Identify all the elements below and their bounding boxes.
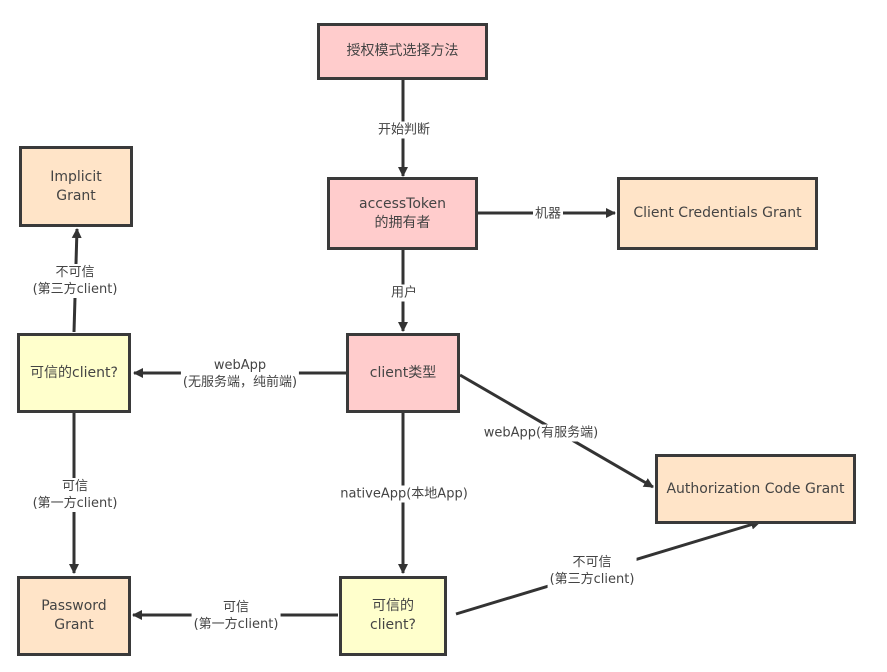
label-webapp-with-server: webApp(有服务端)	[481, 424, 601, 442]
node-token-owner[interactable]: accessToken 的拥有者	[327, 177, 478, 250]
label-trusted-first-party-native: 可信 (第一方client)	[191, 599, 281, 633]
label-webapp-no-server: webApp (无服务端，纯前端)	[180, 357, 300, 391]
label-native-app: nativeApp(本地App)	[338, 485, 470, 503]
node-password-grant[interactable]: Password Grant	[17, 576, 131, 656]
label-untrusted-third-party-web: 不可信 (第三方client)	[30, 264, 120, 298]
label-machine: 机器	[532, 205, 564, 223]
node-trusted-web-client[interactable]: 可信的client?	[17, 333, 131, 413]
label-user: 用户	[388, 284, 420, 302]
label-untrusted-third-party-native: 不可信 (第三方client)	[547, 554, 637, 588]
node-implicit-grant[interactable]: Implicit Grant	[19, 146, 133, 227]
node-client-credentials-grant[interactable]: Client Credentials Grant	[617, 177, 818, 250]
node-trusted-native-client[interactable]: 可信的 client?	[339, 576, 447, 656]
label-start-judge: 开始判断	[375, 121, 433, 139]
node-authorization-code-grant[interactable]: Authorization Code Grant	[655, 454, 856, 524]
node-start[interactable]: 授权模式选择方法	[317, 23, 488, 80]
node-client-type[interactable]: client类型	[346, 333, 460, 413]
label-trusted-first-party-web: 可信 (第一方client)	[30, 478, 120, 512]
